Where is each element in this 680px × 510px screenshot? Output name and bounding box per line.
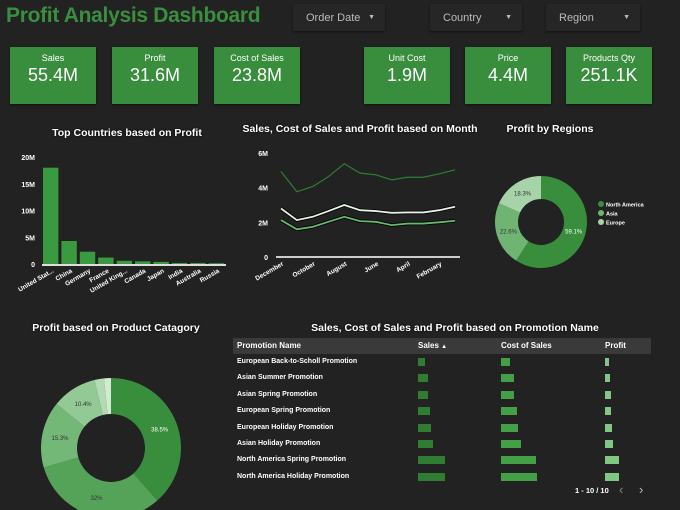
slice-label: 22.6% — [500, 230, 518, 236]
y-tick-label: 20M — [21, 155, 35, 162]
sales-bar — [418, 423, 431, 432]
profit-bar — [605, 472, 619, 481]
sales-bar — [418, 374, 428, 383]
cost-of-sales-bar — [501, 440, 522, 448]
slice-label: 38.5% — [151, 428, 169, 434]
promotion-name: North America Spring Promotion — [237, 456, 347, 464]
cost-of-sales-bar — [501, 390, 514, 399]
series-line — [280, 204, 456, 222]
y-tick-label: 15M — [21, 182, 35, 189]
column-header-sales[interactable]: Sales ▲ — [418, 341, 447, 350]
promotion-name: European Spring Promotion — [237, 407, 331, 415]
bar — [61, 240, 77, 264]
cost-of-sales-bar — [501, 456, 536, 465]
promotion-name: Asian Summer Promotion — [237, 374, 323, 382]
column-header-promotion-name[interactable]: Promotion Name — [237, 341, 301, 350]
bar — [79, 251, 96, 264]
promotion-name: North America Holiday Promotion — [237, 472, 350, 480]
y-tick-label: 10M — [21, 209, 35, 216]
next-page-button[interactable]: › — [639, 482, 643, 497]
slice-label: 15.3% — [52, 436, 70, 442]
series-line — [280, 163, 456, 193]
slice-label: 18.3% — [514, 191, 532, 197]
legend-label: Europe — [606, 221, 625, 227]
column-header-profit[interactable]: Profit — [605, 341, 626, 350]
cost-of-sales-bar — [501, 423, 518, 432]
legend-label: Asia — [606, 212, 619, 218]
table-row[interactable]: Asian Holiday Promotion — [233, 437, 651, 453]
cost-of-sales-bar — [501, 407, 517, 416]
profit-bar — [605, 440, 613, 448]
bar — [208, 263, 224, 264]
profit-bar — [605, 456, 619, 465]
bar — [116, 260, 132, 264]
x-tick-label: United Stat... — [17, 268, 55, 294]
profit-bar — [605, 423, 612, 432]
profit-bar — [605, 358, 610, 366]
table-row[interactable]: Asian Spring Promotion — [233, 388, 651, 404]
bar — [190, 262, 206, 264]
legend-swatch — [598, 210, 604, 216]
bar — [98, 257, 114, 264]
table-row[interactable]: North America Holiday Promotion — [233, 470, 651, 486]
x-tick-label: June — [363, 260, 380, 274]
cost-of-sales-bar — [501, 358, 510, 366]
table-header: Promotion Name Sales ▲ Cost of Sales Pro… — [233, 338, 651, 354]
slice-label: 32% — [90, 496, 103, 502]
x-tick-label: August — [325, 260, 349, 278]
sales-bar — [418, 390, 428, 399]
promotion-name: European Holiday Promotion — [237, 423, 334, 431]
y-tick-label: 6M — [258, 151, 268, 158]
sales-bar — [418, 358, 426, 366]
promotion-name: Asian Spring Promotion — [237, 390, 318, 398]
slice-label: 59.1% — [565, 230, 583, 236]
table-title: Sales, Cost of Sales and Profit based on… — [311, 322, 599, 334]
table-row[interactable]: European Spring Promotion — [233, 404, 651, 420]
sort-ascending-icon: ▲ — [441, 344, 448, 350]
x-tick-label: December — [254, 260, 285, 282]
sales-bar — [418, 472, 445, 481]
bar — [135, 261, 151, 264]
profit-bar — [605, 407, 612, 416]
column-label: Sales — [418, 341, 439, 350]
table-row[interactable]: Asian Summer Promotion — [233, 371, 651, 387]
y-tick-label: 0 — [264, 255, 268, 262]
x-tick-label: February — [416, 260, 444, 280]
y-tick-label: 4M — [258, 186, 268, 193]
y-tick-label: 5M — [25, 235, 35, 242]
x-tick-label: Canada — [123, 267, 147, 285]
pagination-label: 1 - 10 / 10 — [575, 486, 609, 495]
bar — [153, 261, 169, 264]
table-row[interactable]: North America Spring Promotion — [233, 453, 651, 469]
profit-bar — [605, 374, 611, 383]
profit-bar — [605, 390, 612, 399]
x-tick-label: October — [292, 260, 317, 279]
sales-bar — [418, 407, 430, 416]
table-row[interactable]: European Holiday Promotion — [233, 421, 651, 437]
previous-page-button[interactable]: ‹ — [619, 482, 623, 497]
promotion-name: Asian Holiday Promotion — [237, 440, 321, 447]
sales-bar — [418, 456, 445, 465]
legend-swatch — [598, 219, 604, 225]
slice-label: 10.4% — [75, 402, 93, 408]
promotion-name: European Back-to-Scholl Promotion — [237, 358, 358, 365]
legend-label: North America — [606, 203, 645, 209]
y-tick-label: 0 — [31, 262, 35, 269]
y-tick-label: 2M — [258, 220, 268, 227]
table-row[interactable]: European Back-to-Scholl Promotion — [233, 355, 651, 371]
cost-of-sales-bar — [501, 374, 514, 383]
cost-of-sales-bar — [501, 472, 537, 481]
x-tick-label: Russia — [199, 267, 221, 284]
x-tick-label: April — [395, 261, 411, 275]
bar — [43, 167, 59, 264]
sales-bar — [418, 440, 434, 448]
bar — [171, 262, 188, 264]
column-header-cost-of-sales[interactable]: Cost of Sales — [501, 341, 552, 350]
legend-swatch — [598, 201, 604, 207]
x-tick-label: Japan — [146, 268, 166, 283]
